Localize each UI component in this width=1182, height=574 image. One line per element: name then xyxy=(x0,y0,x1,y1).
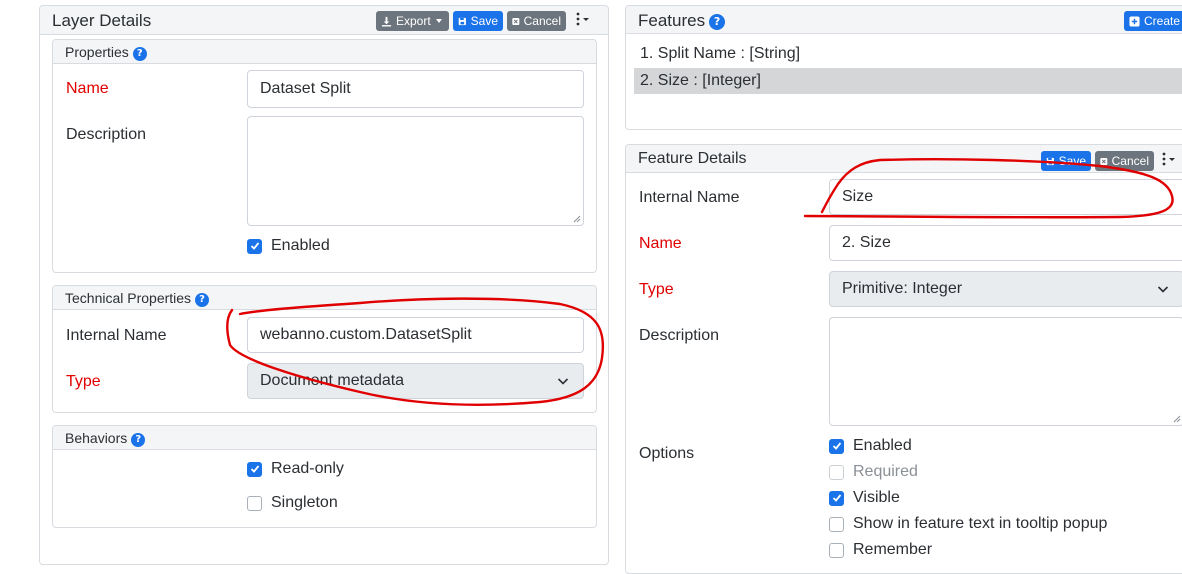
singleton-label: Singleton xyxy=(271,494,338,511)
feature-details-panel: Feature Details Save Cancel Internal Nam… xyxy=(625,144,1182,574)
enabled-checkbox[interactable] xyxy=(247,238,262,254)
readonly-checkbox[interactable] xyxy=(247,461,262,477)
properties-section: Properties? Name Dataset Split Descripti… xyxy=(52,39,597,273)
enabled-checkbox-row[interactable]: Enabled xyxy=(247,237,330,255)
name-label: Name xyxy=(66,80,109,97)
create-label: Create xyxy=(1144,14,1181,28)
save-button[interactable]: Save xyxy=(453,11,503,31)
option-visible-checkbox[interactable] xyxy=(829,490,844,506)
description-label: Description xyxy=(66,126,147,143)
export-label: Export xyxy=(396,14,431,28)
technical-properties-header: Technical Properties? xyxy=(53,286,596,310)
floppy-disk-icon xyxy=(458,17,466,25)
save-label: Save xyxy=(470,14,498,28)
feature-type-select[interactable]: Primitive: Integer xyxy=(829,271,1182,307)
cancel-label: Cancel xyxy=(523,14,561,28)
option-visible-label: Visible xyxy=(853,489,900,506)
feature-type-label: Type xyxy=(639,281,674,298)
behaviors-header: Behaviors? xyxy=(53,426,596,450)
layer-type-value: Document metadata xyxy=(260,372,405,389)
chevron-down-icon xyxy=(557,378,569,385)
features-header: Features? Create xyxy=(626,6,1182,34)
checkmark-icon xyxy=(250,242,259,250)
feature-details-header: Feature Details Save Cancel xyxy=(626,145,1182,173)
layer-details-panel: Layer Details Export Save Cancel Propert… xyxy=(39,5,609,565)
more-options-menu[interactable] xyxy=(574,11,594,30)
behaviors-section: Behaviors? Read-only Singleton xyxy=(52,425,597,528)
help-icon[interactable]: ? xyxy=(132,47,147,61)
feature-description-label: Description xyxy=(639,327,720,344)
feature-details-title: Feature Details xyxy=(638,150,747,167)
feature-description-textarea[interactable] xyxy=(829,317,1182,426)
readonly-checkbox-row[interactable]: Read-only xyxy=(247,460,344,478)
layer-description-textarea[interactable] xyxy=(247,116,584,226)
properties-header: Properties? xyxy=(53,40,596,64)
singleton-checkbox[interactable] xyxy=(247,495,262,511)
option-tooltip-row[interactable]: Show in feature text in tooltip popup xyxy=(829,515,1107,533)
option-tooltip-checkbox[interactable] xyxy=(829,516,844,532)
resize-grip-icon[interactable] xyxy=(573,215,581,223)
option-remember-checkbox[interactable] xyxy=(829,542,844,558)
enabled-label: Enabled xyxy=(271,237,330,254)
singleton-checkbox-row[interactable]: Singleton xyxy=(247,494,338,512)
option-required-checkbox xyxy=(829,464,844,480)
cancel-button[interactable]: Cancel xyxy=(507,11,566,31)
close-square-icon xyxy=(1100,157,1108,165)
chevron-down-icon xyxy=(1157,286,1169,293)
close-square-icon xyxy=(512,17,520,25)
layer-type-select[interactable]: Document metadata xyxy=(247,363,584,399)
option-remember-label: Remember xyxy=(853,541,933,558)
feature-type-value: Primitive: Integer xyxy=(842,280,963,297)
feature-name-label: Name xyxy=(639,235,682,252)
feature-save-button[interactable]: Save xyxy=(1041,151,1091,171)
option-enabled-label: Enabled xyxy=(853,437,912,454)
feature-internal-name-label: Internal Name xyxy=(639,189,740,206)
export-button[interactable]: Export xyxy=(376,11,449,31)
features-panel: Features? Create 1. Split Name : [String… xyxy=(625,5,1182,130)
internal-name-label: Internal Name xyxy=(66,327,167,344)
type-label: Type xyxy=(66,373,101,390)
resize-grip-icon[interactable] xyxy=(1173,415,1181,423)
feature-more-options-menu[interactable] xyxy=(1160,151,1180,170)
feature-save-label: Save xyxy=(1058,154,1086,168)
feature-list-item[interactable]: 1. Split Name : [String] xyxy=(634,41,1182,67)
caret-down-icon xyxy=(435,19,442,23)
download-icon xyxy=(381,16,392,27)
layer-internal-name-input[interactable]: webanno.custom.DatasetSplit xyxy=(247,317,584,353)
option-visible-row[interactable]: Visible xyxy=(829,489,900,507)
plus-square-icon xyxy=(1129,15,1140,27)
option-required-label: Required xyxy=(853,463,918,480)
checkmark-icon xyxy=(832,494,841,502)
properties-title: Properties xyxy=(65,44,129,60)
option-enabled-row[interactable]: Enabled xyxy=(829,437,912,455)
create-feature-button[interactable]: Create xyxy=(1124,11,1182,31)
feature-name-input[interactable]: 2. Size xyxy=(829,225,1182,261)
checkmark-icon xyxy=(832,442,841,450)
behaviors-title: Behaviors xyxy=(65,430,128,446)
kebab-icon xyxy=(1162,152,1175,166)
options-label: Options xyxy=(639,445,695,462)
layer-details-header: Layer Details Export Save Cancel xyxy=(40,6,608,35)
feature-cancel-button[interactable]: Cancel xyxy=(1095,151,1154,171)
technical-properties-title: Technical Properties xyxy=(65,290,192,306)
checkmark-icon xyxy=(250,465,259,473)
layer-details-title: Layer Details xyxy=(52,11,152,30)
technical-properties-section: Technical Properties? Internal Name weba… xyxy=(52,285,597,413)
option-required-row: Required xyxy=(829,463,918,481)
readonly-label: Read-only xyxy=(271,460,344,477)
feature-cancel-label: Cancel xyxy=(1111,154,1149,168)
option-enabled-checkbox[interactable] xyxy=(829,438,844,454)
help-icon[interactable]: ? xyxy=(709,14,726,30)
floppy-disk-icon xyxy=(1046,157,1054,165)
option-remember-row[interactable]: Remember xyxy=(829,541,932,559)
option-tooltip-label: Show in feature text in tooltip popup xyxy=(853,515,1108,532)
kebab-icon xyxy=(576,12,589,26)
feature-internal-name-input[interactable]: Size xyxy=(829,179,1182,215)
layer-name-input[interactable]: Dataset Split xyxy=(247,70,584,108)
help-icon[interactable]: ? xyxy=(131,433,146,447)
features-title: Features xyxy=(638,11,706,30)
help-icon[interactable]: ? xyxy=(195,293,210,307)
feature-list-item-selected[interactable]: 2. Size : [Integer] xyxy=(634,68,1182,94)
